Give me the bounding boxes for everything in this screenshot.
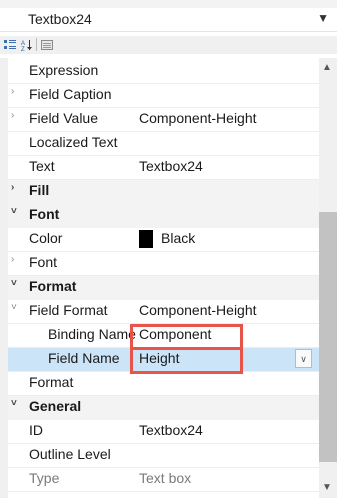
category-label: General: [29, 398, 82, 414]
vertical-scrollbar[interactable]: ▲ ▼: [319, 58, 337, 498]
expand-arrow-icon[interactable]: ›: [11, 182, 25, 193]
property-row-text[interactable]: Text Textbox24: [8, 156, 319, 180]
object-selector[interactable]: Textbox24 ▼: [0, 8, 337, 32]
scrollbar-thumb[interactable]: [319, 212, 337, 462]
property-value[interactable]: Black: [139, 230, 196, 249]
grid-left-margin: [0, 58, 8, 498]
property-label: Field Format: [29, 302, 108, 318]
expand-arrow-icon[interactable]: ›: [11, 110, 25, 121]
property-label: Field Caption: [29, 86, 112, 102]
alpha-sort-icon[interactable]: AZ: [21, 38, 33, 53]
category-general[interactable]: ˅ General: [8, 396, 319, 420]
property-value[interactable]: Textbox24: [139, 422, 203, 438]
svg-text:Z: Z: [21, 47, 25, 51]
collapse-arrow-icon[interactable]: ˅: [11, 278, 25, 289]
category-label: Fill: [29, 182, 50, 198]
property-pages-icon[interactable]: [41, 38, 53, 50]
category-label: Format: [29, 278, 77, 294]
property-row-outline-level[interactable]: Outline Level: [8, 444, 319, 468]
collapse-arrow-icon[interactable]: ˅: [11, 398, 25, 409]
top-band: [0, 0, 337, 8]
property-row-expression[interactable]: Expression: [8, 60, 319, 84]
expand-arrow-icon[interactable]: ›: [11, 86, 25, 97]
category-fill[interactable]: › Fill: [8, 180, 319, 204]
property-row-color[interactable]: Color Black: [8, 228, 319, 252]
property-value[interactable]: Component-Height: [139, 302, 257, 318]
property-row-field-value[interactable]: › Field Value Component-Height: [8, 108, 319, 132]
color-swatch: [139, 230, 153, 249]
property-label: Color: [29, 230, 63, 246]
property-grid: Expression › Field Caption › Field Value…: [0, 58, 319, 498]
property-label: Format: [29, 374, 74, 390]
object-selector-name: Textbox24: [28, 11, 92, 27]
toolbar-separator: [36, 38, 37, 51]
chevron-down-icon[interactable]: ▼: [317, 11, 329, 25]
scroll-up-icon[interactable]: ▲: [322, 62, 332, 73]
property-label: Field Name: [48, 350, 120, 366]
property-row-field-format[interactable]: ˅ Field Format Component-Height: [8, 300, 319, 324]
property-value: Text box: [139, 470, 192, 486]
collapse-arrow-icon[interactable]: ˅: [11, 206, 25, 217]
property-value[interactable]: Component-Height: [139, 110, 257, 126]
property-row-field-caption[interactable]: › Field Caption: [8, 84, 319, 108]
property-label: ID: [29, 422, 43, 438]
dropdown-chevron-icon[interactable]: ∨: [295, 349, 312, 368]
property-row-format[interactable]: Format: [8, 372, 319, 396]
property-row-type[interactable]: Type Text box: [8, 468, 319, 492]
category-font[interactable]: ˅ Font: [8, 204, 319, 228]
expand-arrow-icon[interactable]: ›: [11, 254, 25, 265]
highlight-box-field-name: [130, 347, 243, 374]
property-label: Font: [29, 254, 58, 270]
category-label: Font: [29, 206, 60, 222]
property-label: Field Value: [29, 110, 99, 126]
categorized-icon[interactable]: [4, 38, 16, 50]
collapse-arrow-icon[interactable]: ˅: [11, 302, 25, 313]
property-label: Type: [29, 470, 60, 486]
property-toolbar: AZ: [0, 36, 337, 54]
property-label: Expression: [29, 62, 99, 78]
property-value[interactable]: Textbox24: [139, 158, 203, 174]
property-label: Outline Level: [29, 446, 111, 462]
property-row-id[interactable]: ID Textbox24: [8, 420, 319, 444]
property-label: Binding Name: [48, 326, 136, 342]
scroll-down-icon[interactable]: ▼: [322, 482, 332, 493]
property-label: Text: [29, 158, 55, 174]
category-format[interactable]: ˅ Format: [8, 276, 319, 300]
property-row-font[interactable]: › Font: [8, 252, 319, 276]
color-value-text: Black: [161, 230, 196, 246]
property-row-localized-text[interactable]: Localized Text: [8, 132, 319, 156]
property-label: Localized Text: [29, 134, 118, 150]
